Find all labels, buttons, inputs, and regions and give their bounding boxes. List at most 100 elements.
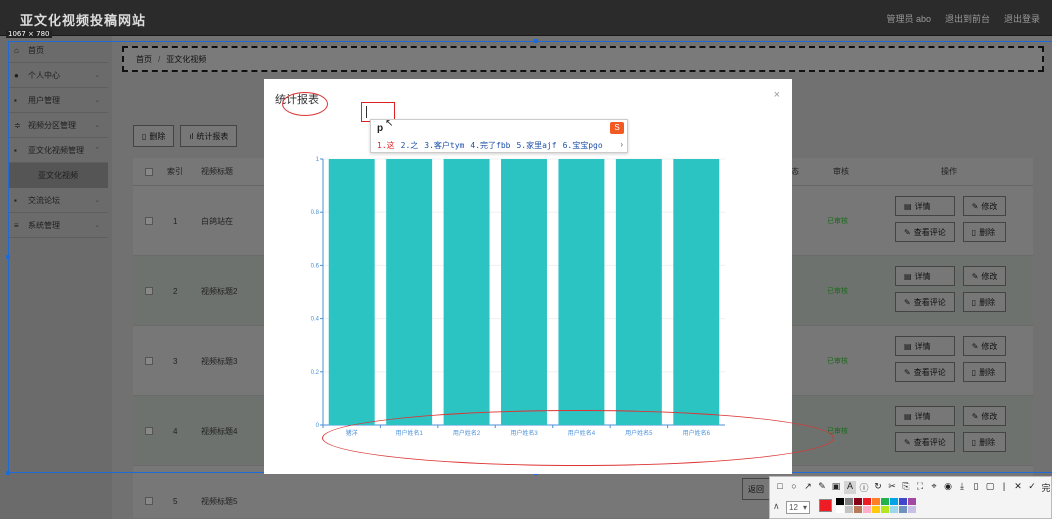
row-delete-button[interactable]: ▯ 删除 xyxy=(962,222,1007,242)
palette-swatch[interactable] xyxy=(908,498,916,505)
header-status-partial: 态 xyxy=(791,167,799,176)
palette-swatch[interactable] xyxy=(890,506,898,513)
palette-swatch[interactable] xyxy=(881,498,889,505)
y-tick-label: 1 xyxy=(316,157,320,163)
capture-tool-2[interactable]: ↗ xyxy=(802,481,814,494)
status-badge: 已审核 xyxy=(827,288,848,295)
capture-tool-18[interactable]: ✓ xyxy=(1026,481,1038,494)
report-button[interactable]: ıl 统计报表 xyxy=(180,125,238,147)
ime-candidate[interactable]: 4.完了fbb xyxy=(470,140,510,151)
palette-swatch[interactable] xyxy=(908,506,916,513)
edit-button[interactable]: ✎ 修改 xyxy=(962,196,1007,216)
row-delete-button[interactable]: ▯ 删除 xyxy=(962,292,1007,312)
selection-handle[interactable] xyxy=(6,471,10,475)
comments-button[interactable]: ✎ 查看评论 xyxy=(895,222,955,242)
capture-tool-9[interactable]: ⎘ xyxy=(900,481,912,494)
sidebar-item-system[interactable]: ≡ 系统管理 ⌄ xyxy=(8,213,108,238)
ime-candidate[interactable]: 3.客户tym xyxy=(424,140,464,151)
palette-swatch[interactable] xyxy=(854,506,862,513)
palette-swatch[interactable] xyxy=(881,506,889,513)
sidebar-item-video-manage[interactable]: ▪ 亚文化视频管理 ⌃ xyxy=(8,138,108,163)
edit-icon: ✎ xyxy=(971,411,979,421)
palette-swatch[interactable] xyxy=(890,498,898,505)
capture-tool-3[interactable]: ✎ xyxy=(816,481,828,494)
comments-button[interactable]: ✎ 查看评论 xyxy=(895,362,955,382)
palette-swatch[interactable] xyxy=(854,498,862,505)
row-delete-button[interactable]: ▯ 删除 xyxy=(962,432,1007,452)
capture-tool-1[interactable]: ○ xyxy=(788,481,800,494)
row-checkbox[interactable] xyxy=(145,287,153,295)
palette-swatch[interactable] xyxy=(845,506,853,513)
ime-candidate[interactable]: 6.宝宝pgo xyxy=(563,140,603,151)
capture-tool-14[interactable]: ▯ xyxy=(970,481,982,494)
capture-tool-16[interactable]: | xyxy=(998,481,1010,494)
back-button-partial[interactable]: 返回 xyxy=(742,478,770,500)
logout-link[interactable]: 退出登录 xyxy=(1004,12,1040,25)
capture-tool-0[interactable]: □ xyxy=(774,481,786,494)
forum-icon: ▪ xyxy=(14,195,17,205)
capture-tool-5[interactable]: A xyxy=(844,481,856,494)
selection-handle[interactable] xyxy=(6,255,10,259)
capture-tool-17[interactable]: ✕ xyxy=(1012,481,1024,494)
palette-swatch[interactable] xyxy=(863,506,871,513)
annotation-ellipse-title xyxy=(282,92,328,116)
detail-button[interactable]: ▤ 详情 xyxy=(895,266,955,286)
ime-candidate[interactable]: 1.这 xyxy=(377,140,395,151)
capture-tool-13[interactable]: ⤓ xyxy=(956,481,968,494)
capture-tool-19[interactable]: 完 xyxy=(1040,481,1052,494)
capture-tool-10[interactable]: ⛶ xyxy=(914,481,926,494)
sidebar-item-forum[interactable]: ▪ 交流论坛 ⌄ xyxy=(8,188,108,213)
ime-candidate[interactable]: 2.之 xyxy=(401,140,419,151)
sidebar-item-category[interactable]: ≑ 视频分区管理 ⌄ xyxy=(8,113,108,138)
capture-tool-11[interactable]: ⌖ xyxy=(928,481,940,494)
palette-swatch[interactable] xyxy=(845,498,853,505)
palette-swatch[interactable] xyxy=(872,498,880,505)
detail-button[interactable]: ▤ 详情 xyxy=(895,336,955,356)
sidebar-item-label: 视频分区管理 xyxy=(28,120,76,130)
sidebar-item-home[interactable]: ⌂ 首页 xyxy=(8,38,108,63)
comments-button[interactable]: ✎ 查看评论 xyxy=(895,292,955,312)
comments-button[interactable]: ✎ 查看评论 xyxy=(895,432,955,452)
bar xyxy=(328,159,375,425)
breadcrumb-home[interactable]: 首页 xyxy=(136,54,152,65)
row-checkbox[interactable] xyxy=(145,357,153,365)
edit-button[interactable]: ✎ 修改 xyxy=(962,406,1007,426)
select-all-checkbox[interactable] xyxy=(145,168,153,176)
capture-tool-4[interactable]: ▣ xyxy=(830,481,842,494)
palette-swatch[interactable] xyxy=(863,498,871,505)
frontend-link[interactable]: 退出到前台 xyxy=(945,12,990,25)
row-title: 视频标题2 xyxy=(201,286,238,296)
selection-handle[interactable] xyxy=(534,39,538,43)
capture-tool-7[interactable]: ↻ xyxy=(872,481,884,494)
delete-button[interactable]: ▯ 删除 xyxy=(133,125,175,147)
palette-swatch[interactable] xyxy=(872,506,880,513)
row-checkbox[interactable] xyxy=(145,427,153,435)
palette-swatch[interactable] xyxy=(836,498,844,505)
delete-label: 删除 xyxy=(979,227,996,237)
sidebar-item-users[interactable]: ▪ 用户管理 ⌄ xyxy=(8,88,108,113)
capture-tool-8[interactable]: ✂ xyxy=(886,481,898,494)
header-title: 视频标题 xyxy=(201,167,233,176)
current-color-swatch[interactable] xyxy=(819,499,832,512)
detail-label: 详情 xyxy=(914,201,931,211)
chevron-right-icon[interactable]: › xyxy=(620,140,623,149)
edit-button[interactable]: ✎ 修改 xyxy=(962,266,1007,286)
detail-button[interactable]: ▤ 详情 xyxy=(895,406,955,426)
capture-tool-12[interactable]: ◉ xyxy=(942,481,954,494)
font-size-select[interactable]: 12 ▾ xyxy=(786,501,810,514)
detail-button[interactable]: ▤ 详情 xyxy=(895,196,955,216)
sidebar-subitem-video[interactable]: 亚文化视频 xyxy=(8,163,108,188)
edit-button[interactable]: ✎ 修改 xyxy=(962,336,1007,356)
capture-tool-6[interactable]: ⓘ xyxy=(858,481,870,494)
palette-swatch[interactable] xyxy=(836,506,844,513)
row-checkbox[interactable] xyxy=(145,217,153,225)
ime-candidate[interactable]: 5.家里ajf xyxy=(516,140,556,151)
row-delete-button[interactable]: ▯ 删除 xyxy=(962,362,1007,382)
palette-swatch[interactable] xyxy=(899,498,907,505)
breadcrumb-current: 亚文化视频 xyxy=(166,54,207,64)
palette-swatch[interactable] xyxy=(899,506,907,513)
y-tick-label: 0.6 xyxy=(311,263,320,269)
row-checkbox[interactable] xyxy=(145,497,153,505)
sidebar-item-profile[interactable]: ● 个人中心 ⌄ xyxy=(8,63,108,88)
capture-tool-15[interactable]: ▢ xyxy=(984,481,996,494)
